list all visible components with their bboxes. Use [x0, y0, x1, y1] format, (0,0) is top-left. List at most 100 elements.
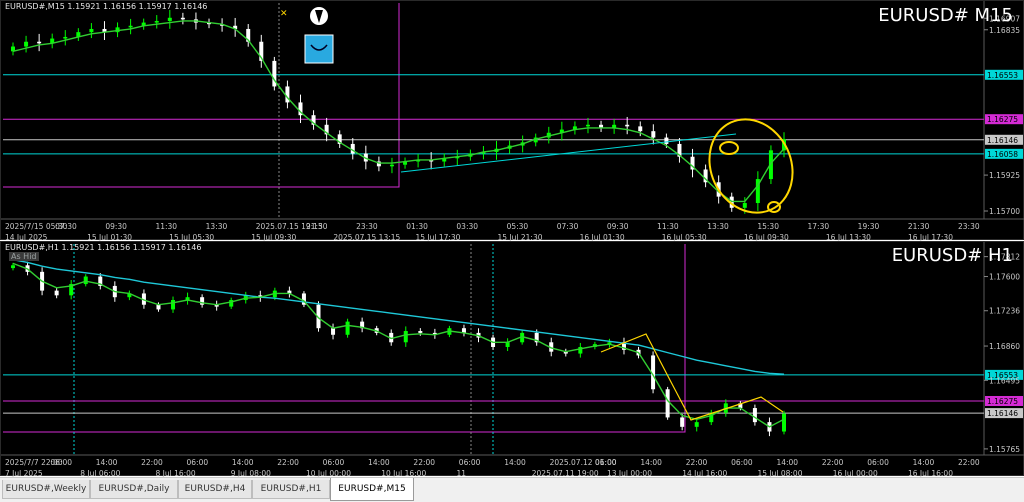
time-label: 22:00: [277, 458, 299, 467]
candle-body: [331, 328, 336, 335]
candle-body: [63, 36, 68, 39]
candle-body: [680, 417, 685, 427]
candle-body: [742, 203, 747, 208]
tab-daily[interactable]: EURUSD#,Daily: [90, 480, 178, 499]
time-label: 09:30: [105, 222, 127, 231]
time-label-secondary: 13 Jul 00:00: [607, 469, 652, 477]
time-label: 22:00: [958, 458, 980, 467]
candle-body: [24, 41, 29, 47]
time-label-secondary: 16 Jul 05:30: [662, 233, 707, 241]
time-label: 14:00: [504, 458, 526, 467]
price-label: 1.16860: [989, 342, 1020, 351]
candle-body: [37, 41, 42, 44]
h1-symbol-line: EURUSD#,H1 1.15921 1.16156 1.15917 1.161…: [5, 243, 202, 252]
time-label: 15:30: [757, 222, 779, 231]
time-label: 09:30: [607, 222, 629, 231]
h1-chart-panel[interactable]: 1.17812 1.17600 1.17236 1.16860 1.16553 1.164…: [0, 241, 1024, 477]
time-label: 23:30: [356, 222, 378, 231]
price-label: 1.16146: [987, 136, 1018, 145]
time-label-secondary: 15 Jul 21:30: [498, 233, 543, 241]
tab-m15[interactable]: EURUSD#,M15: [330, 478, 414, 501]
price-label: 1.17236: [989, 307, 1020, 316]
time-label-secondary: 14 Jul 16:00: [682, 469, 727, 477]
time-label: 13:30: [707, 222, 729, 231]
price-label: 1.17600: [989, 273, 1020, 282]
candle-body: [128, 25, 133, 28]
candle-body: [625, 124, 630, 127]
h1-chart-canvas[interactable]: 1.178121.176001.172361.168601.165531.164…: [1, 242, 1024, 477]
price-label: 1.15765: [989, 445, 1020, 454]
time-label: 06:00: [867, 458, 889, 467]
time-label-secondary: 15 Jul 08:00: [758, 469, 803, 477]
time-label: 07:30: [557, 222, 579, 231]
candle-body: [782, 413, 786, 432]
price-label: 1.16553: [987, 71, 1018, 80]
candle-body: [54, 290, 59, 296]
cross-marker-icon: ✕: [280, 9, 288, 19]
time-label: 06:00: [459, 458, 481, 467]
m15-chart-label: EURUSD# M15: [878, 5, 1013, 26]
time-label: 14:00: [368, 458, 390, 467]
time-label-secondary: 2025.07.11 19:00: [532, 469, 599, 477]
time-label-secondary: 10 Jul 00:00: [306, 469, 351, 477]
time-label: 06:00: [595, 458, 617, 467]
time-label-secondary: 9 Jul 08:00: [231, 469, 271, 477]
time-label: 21:30: [306, 222, 328, 231]
candle-body: [752, 408, 757, 423]
candle-body: [418, 331, 423, 333]
time-label-secondary: 15 Jul 17:30: [415, 233, 460, 241]
time-label: 14:00: [913, 458, 935, 467]
time-label-secondary: 11: [457, 469, 467, 477]
highlight-ellipse: [708, 118, 794, 214]
time-label-secondary: 16 Jul 00:00: [833, 469, 878, 477]
candle-body: [694, 422, 699, 427]
tab-h4[interactable]: EURUSD#,H4: [178, 480, 252, 499]
time-label-secondary: 16 Jul 13:30: [826, 233, 871, 241]
price-label: 1.16146: [987, 409, 1018, 418]
candle-body: [11, 265, 15, 269]
time-label: 21:30: [908, 222, 930, 231]
tab-h1[interactable]: EURUSD#,H1: [252, 480, 330, 499]
time-label: 17:30: [808, 222, 830, 231]
m15-chart-panel[interactable]: 1.16907 1.16835 1.16553 1.16275 1.16146 1.160…: [0, 0, 1024, 241]
candle-body: [171, 300, 176, 310]
time-label-secondary: 10 Jul 16:00: [381, 469, 426, 477]
time-label: 06:00: [50, 458, 72, 467]
chart-tab-bar: EURUSD#,Weekly EURUSD#,Daily EURUSD#,H4 …: [0, 477, 1024, 502]
time-label: 03:30: [456, 222, 478, 231]
price-label: 1.16058: [987, 150, 1018, 159]
h1-chart-label: EURUSD# H1: [891, 245, 1013, 266]
candle-body: [345, 321, 350, 335]
time-label: 06:00: [731, 458, 753, 467]
time-label: 01:30: [406, 222, 428, 231]
time-label-secondary: 15 Jul 09:30: [251, 233, 296, 241]
price-label: 1.16275: [987, 115, 1018, 124]
candle-body: [638, 126, 643, 132]
time-label: 06:00: [323, 458, 345, 467]
price-label: 1.16835: [989, 26, 1020, 35]
candle-body: [665, 389, 670, 418]
time-label: 14:00: [232, 458, 254, 467]
time-label-secondary: 16 Jul 09:30: [744, 233, 789, 241]
fib-zigzag: [600, 333, 784, 421]
time-label-secondary: 16 Jul 17:30: [908, 233, 953, 241]
candle-body: [585, 124, 590, 127]
candle-body: [664, 137, 669, 144]
time-label-secondary: 16 Jul 16:00: [908, 469, 953, 477]
price-label: 1.15700: [989, 207, 1020, 216]
signal-box: [304, 34, 334, 64]
tab-weekly[interactable]: EURUSD#,Weekly: [2, 480, 90, 499]
time-label: 06:00: [187, 458, 209, 467]
as-hide-button[interactable]: As Hid: [9, 252, 39, 261]
time-label: 22:00: [686, 458, 708, 467]
time-label-secondary: 16 Jul 01:30: [580, 233, 625, 241]
candle-body: [403, 331, 408, 343]
time-label: 11:30: [657, 222, 679, 231]
m15-chart-canvas[interactable]: 1.169071.168351.165531.162751.161461.160…: [1, 1, 1024, 241]
time-label: 05:30: [507, 222, 529, 231]
time-label: 22:00: [822, 458, 844, 467]
candle-body: [154, 20, 159, 23]
price-label: 1.16275: [987, 397, 1018, 406]
time-label-secondary: 8 Jul 06:00: [80, 469, 120, 477]
time-label: 14:00: [640, 458, 662, 467]
